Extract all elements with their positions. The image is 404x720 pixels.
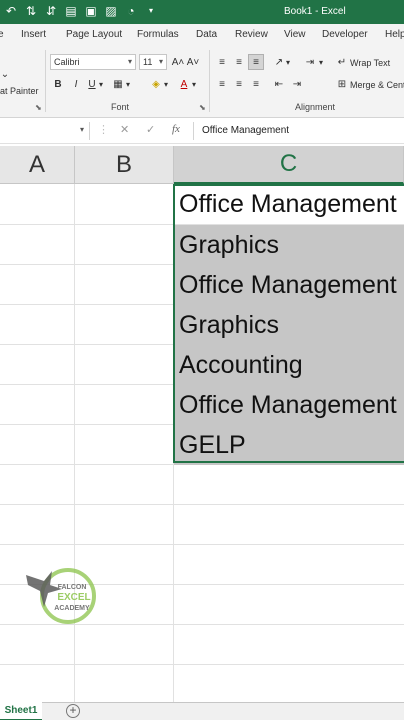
format-painter-button[interactable]: at Painter (0, 86, 39, 96)
undo-icon[interactable]: ↶ (4, 3, 18, 19)
tab-formulas[interactable]: Formulas (137, 29, 179, 40)
quick-access-toolbar: ↶ ⇅ ⇵ ▤ ▣ ▨ ◔ ▾ (4, 3, 158, 19)
insert-function-icon[interactable]: fx (172, 123, 180, 135)
cell-c2[interactable]: Graphics (174, 225, 404, 265)
chevron-down-icon: ▾ (127, 57, 132, 66)
indent-direction-icon[interactable]: ⇥ (302, 54, 318, 70)
logo-line2: EXCEL (57, 592, 90, 603)
tab-help[interactable]: Help (385, 29, 404, 40)
name-box[interactable]: ▾ (0, 122, 90, 140)
tab-home[interactable]: e (0, 29, 4, 40)
align-right-icon[interactable]: ≡ (248, 76, 264, 92)
picture-icon[interactable]: ▨ (104, 3, 118, 19)
more-options-icon: ⋮ (98, 124, 109, 136)
formula-bar: ▾ ⋮ ✕ ✓ fx Office Management (0, 118, 404, 144)
gridline (0, 544, 404, 545)
add-sheet-icon[interactable]: + (66, 704, 80, 718)
sheet-tab-sheet1[interactable]: Sheet1 (0, 702, 42, 720)
column-header-a[interactable]: A (0, 146, 75, 184)
tab-page-layout[interactable]: Page Layout (66, 29, 122, 40)
tab-view[interactable]: View (284, 29, 306, 40)
align-top-icon[interactable]: ≡ (214, 54, 230, 70)
column-header-c[interactable]: C (174, 146, 404, 184)
merge-center-icon[interactable]: ⊞ (334, 76, 350, 92)
image-icon[interactable]: ▣ (84, 3, 98, 19)
group-divider (45, 50, 46, 112)
chevron-down-icon[interactable]: ▾ (144, 3, 158, 19)
group-divider (209, 50, 210, 112)
cell-c7[interactable]: GELP (174, 425, 404, 465)
shapes-icon[interactable]: ◔ (124, 3, 138, 19)
font-launcher-icon[interactable]: ⬊ (199, 103, 206, 112)
tab-insert[interactable]: Insert (21, 29, 46, 40)
font-size-value: 11 (143, 57, 153, 67)
sheet-tab-bar: Sheet1 + (0, 702, 404, 720)
sort-ascending-icon[interactable]: ⇅ (24, 3, 38, 19)
chevron-down-icon[interactable]: ▾ (190, 76, 198, 92)
align-left-icon[interactable]: ≡ (214, 76, 230, 92)
chevron-down-icon[interactable]: ▾ (80, 125, 84, 134)
italic-button[interactable]: I (68, 76, 84, 92)
align-middle-icon[interactable]: ≡ (231, 54, 247, 70)
enter-icon[interactable]: ✓ (146, 123, 155, 136)
font-name-dropdown[interactable]: Calibri ▾ (50, 54, 136, 70)
wrap-text-button[interactable]: Wrap Text (350, 58, 390, 68)
font-name-value: Calibri (54, 57, 80, 67)
cell-c1[interactable]: Office Management (174, 184, 404, 224)
chevron-down-icon[interactable]: ▾ (162, 76, 170, 92)
chevron-down-icon[interactable]: ▾ (124, 76, 132, 92)
title-bar: ↶ ⇅ ⇵ ▤ ▣ ▨ ◔ ▾ Book1 - Excel (0, 0, 404, 24)
decrease-indent-icon[interactable]: ⇤ (271, 76, 287, 92)
align-center-icon[interactable]: ≡ (231, 76, 247, 92)
cell-c3[interactable]: Office Management (174, 265, 404, 305)
chevron-down-icon: ▾ (158, 57, 163, 66)
tab-review[interactable]: Review (235, 29, 268, 40)
brush-icon[interactable]: ⌄ (0, 66, 10, 82)
bold-button[interactable]: B (50, 76, 66, 92)
window-title: Book1 - Excel (284, 6, 346, 17)
tab-data[interactable]: Data (196, 29, 217, 40)
alignment-group-label: Alignment (295, 102, 336, 112)
cell-c5[interactable]: Accounting (174, 345, 404, 385)
cell-c4[interactable]: Graphics (174, 305, 404, 345)
form-icon[interactable]: ▤ (64, 3, 78, 19)
clipboard-launcher-icon[interactable]: ⬊ (35, 103, 42, 112)
column-header-b[interactable]: B (75, 146, 174, 184)
ribbon-home: ⌄ at Painter ⬊ Calibri ▾ 11 ▾ A˄ A˅ B I … (0, 46, 404, 118)
tab-developer[interactable]: Developer (322, 29, 368, 40)
sort-descending-icon[interactable]: ⇵ (44, 3, 58, 19)
font-size-dropdown[interactable]: 11 ▾ (139, 54, 167, 70)
font-group-label: Font (111, 102, 130, 112)
increase-indent-icon[interactable]: ⇥ (289, 76, 305, 92)
falcon-academy-logo: FALCON EXCEL ACADEMY (26, 568, 96, 624)
align-bottom-icon[interactable]: ≡ (248, 54, 264, 70)
logo-line3: ACADEMY (54, 605, 90, 612)
chevron-down-icon[interactable]: ▾ (97, 76, 105, 92)
shrink-font-button[interactable]: A˅ (185, 54, 201, 70)
ribbon-tabs: e Insert Page Layout Formulas Data Revie… (0, 24, 404, 46)
grow-font-button[interactable]: A˄ (170, 54, 186, 70)
logo-line1: FALCON (58, 584, 87, 591)
chevron-down-icon[interactable]: ▾ (284, 54, 292, 70)
chevron-down-icon[interactable]: ▾ (317, 54, 325, 70)
wrap-text-icon[interactable]: ↵ (334, 54, 350, 70)
merge-center-button[interactable]: Merge & Cent (350, 80, 404, 90)
formula-input[interactable]: Office Management (193, 122, 404, 140)
cancel-icon[interactable]: ✕ (120, 123, 129, 136)
cell-c6[interactable]: Office Management (174, 385, 404, 425)
gridline (0, 664, 404, 665)
gridline (0, 504, 404, 505)
